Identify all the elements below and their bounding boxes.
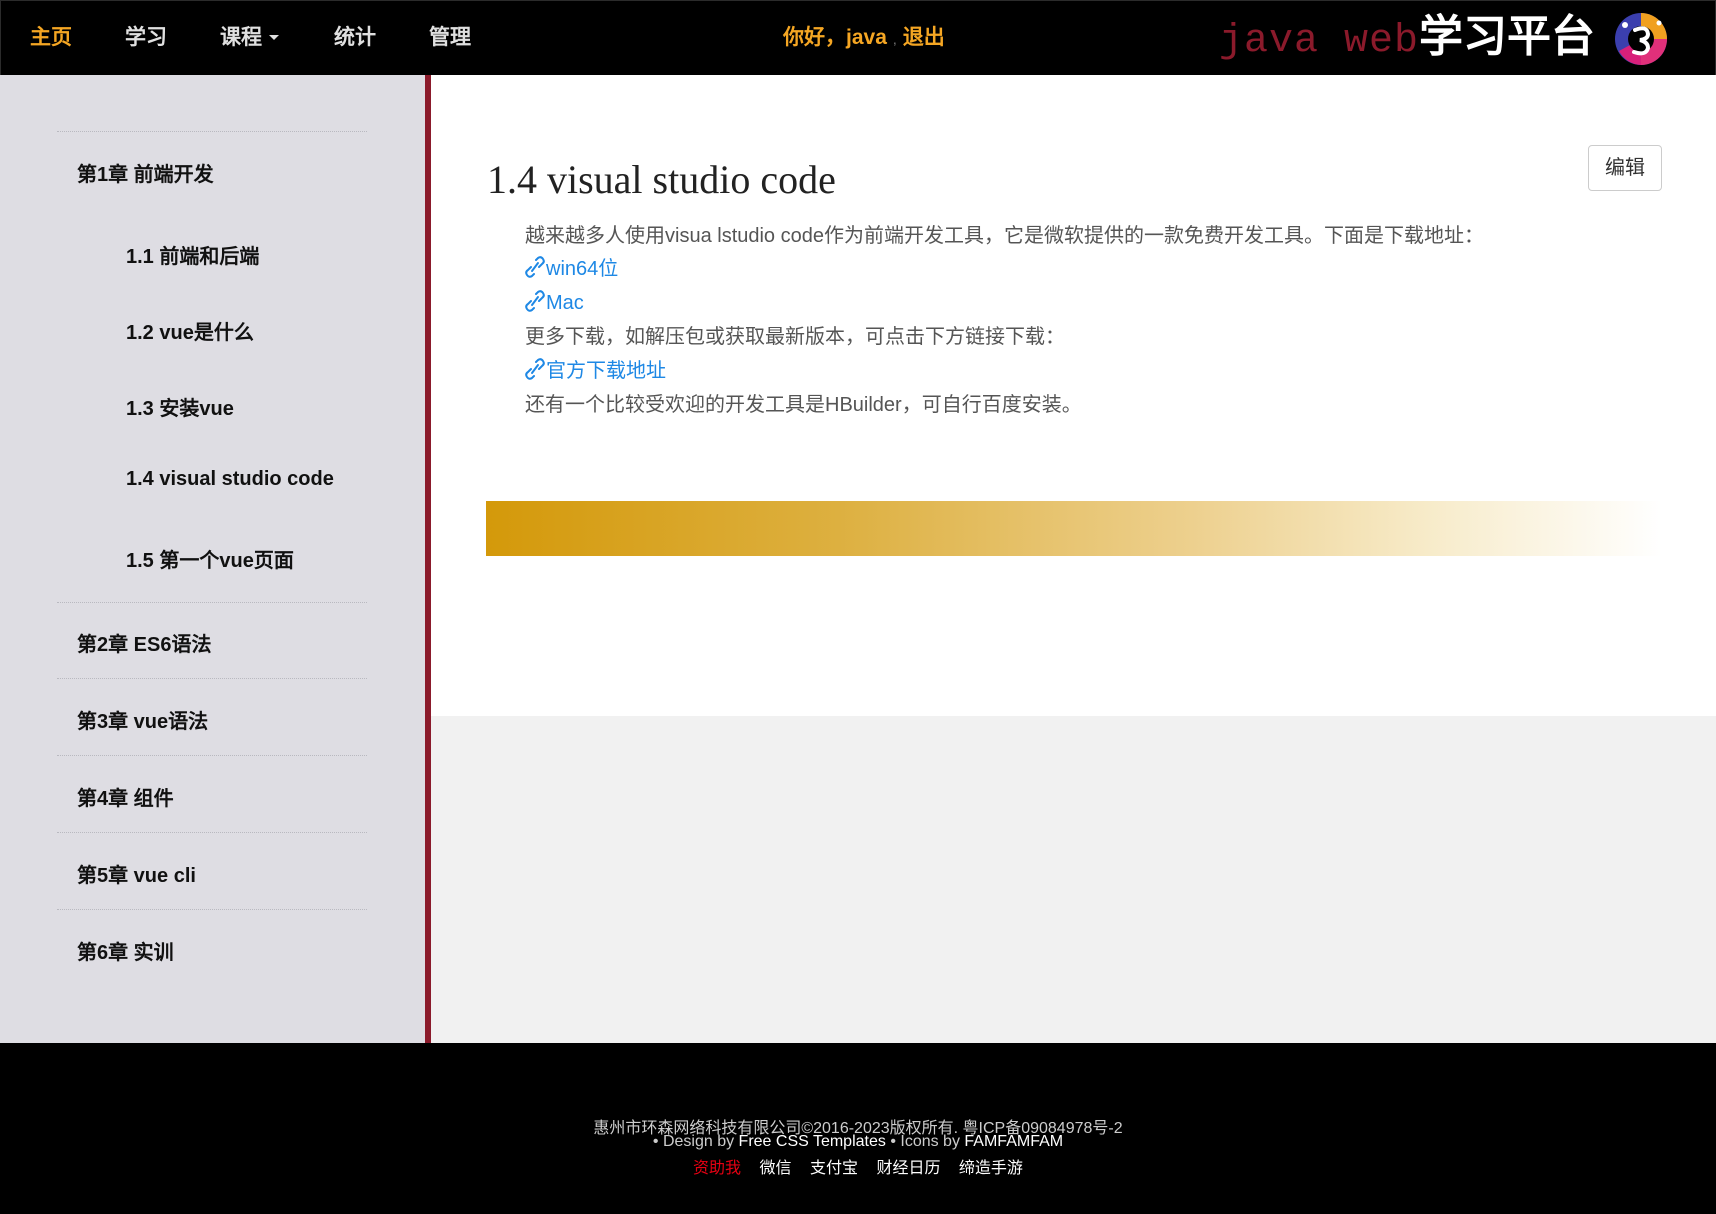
footer-bullet-design: • Design by [652, 1133, 739, 1150]
site-logo-icon[interactable] [1613, 11, 1669, 67]
download-win64-link[interactable]: win64位 [525, 255, 618, 283]
footer-design-link[interactable]: Free CSS Templates [739, 1133, 886, 1150]
sidebar-divider [57, 755, 367, 756]
sidebar-section-1-5[interactable]: 1.5 第一个vue页面 [126, 544, 294, 573]
content-lower-area [431, 716, 1716, 1043]
download-mac-label[interactable]: Mac [546, 292, 584, 314]
page-footer: 惠州市环森网络科技有限公司©2016-2023版权所有. 粤ICP备090849… [0, 1043, 1716, 1214]
link-icon [525, 290, 545, 312]
sidebar-chapter-3[interactable]: 第3章 vue语法 [77, 705, 208, 734]
nav-item-study[interactable]: 学习 [125, 23, 167, 53]
nav-item-statistics[interactable]: 统计 [334, 23, 376, 53]
greeting-text: 你好，java [783, 26, 887, 49]
page-title: 1.4 visual studio code [487, 157, 836, 202]
logout-link[interactable]: 退出 [903, 26, 945, 49]
chapter-sidebar: 第1章 前端开发 1.1 前端和后端 1.2 vue是什么 1.3 安装vue … [0, 75, 431, 1043]
user-greeting: 你好，java, 退出 [783, 23, 945, 53]
footer-icons-link[interactable]: FAMFAMFAM [964, 1133, 1063, 1150]
greeting-separator: , [892, 31, 897, 47]
footer-link-games[interactable]: 缔造手游 [959, 1160, 1023, 1177]
footer-links: 资助我 微信 支付宝 财经日历 缔造手游 [0, 1154, 1716, 1178]
top-navbar: 主页 学习 课程 统计 管理 你好，java, 退出 java web学习平台 [0, 0, 1716, 75]
sidebar-chapter-5[interactable]: 第5章 vue cli [77, 859, 196, 888]
sidebar-chapter-1[interactable]: 第1章 前端开发 [77, 158, 214, 187]
sidebar-section-1-2[interactable]: 1.2 vue是什么 [126, 316, 254, 345]
sidebar-chapter-4[interactable]: 第4章 组件 [77, 782, 174, 811]
sidebar-section-1-3[interactable]: 1.3 安装vue [126, 392, 234, 421]
more-downloads-text: 更多下载，如解压包或获取最新版本，可点击下方链接下载： [525, 326, 1065, 348]
sidebar-divider [57, 909, 367, 910]
sidebar-divider [57, 602, 367, 603]
official-download-link[interactable]: 官方下载地址 [525, 357, 666, 385]
footer-credits: • Design by Free CSS Templates • Icons b… [0, 1133, 1716, 1151]
nav-item-courses-label: 课程 [220, 26, 262, 49]
sidebar-divider [57, 832, 367, 833]
sidebar-section-1-4[interactable]: 1.4 visual studio code [126, 468, 334, 491]
edit-button[interactable]: 编辑 [1588, 145, 1662, 191]
sidebar-chapter-6[interactable]: 第6章 实训 [77, 936, 174, 965]
footer-link-donate[interactable]: 资助我 [693, 1160, 741, 1177]
download-win64-label[interactable]: win64位 [546, 258, 618, 280]
nav-item-home[interactable]: 主页 [30, 23, 72, 53]
download-mac-link[interactable]: Mac [525, 289, 584, 317]
footer-bullet-icons: • Icons by [885, 1133, 965, 1150]
sidebar-divider [57, 131, 367, 132]
link-icon [525, 358, 545, 380]
official-download-label[interactable]: 官方下载地址 [546, 360, 666, 382]
decorative-gradient-bar [486, 501, 1662, 556]
nav-item-manage[interactable]: 管理 [429, 23, 471, 53]
brand-english: java web [1219, 19, 1420, 64]
intro-text: 越来越多人使用visua lstudio code作为前端开发工具，它是微软提供… [525, 225, 1484, 247]
footer-link-wechat[interactable]: 微信 [760, 1160, 792, 1177]
footer-link-alipay[interactable]: 支付宝 [810, 1160, 858, 1177]
brand-chinese: 学习平台 [1419, 12, 1596, 61]
hbuilder-text: 还有一个比较受欢迎的开发工具是HBuilder，可自行百度安装。 [525, 394, 1082, 416]
sidebar-section-1-1[interactable]: 1.1 前端和后端 [126, 240, 259, 269]
caret-down-icon [269, 35, 279, 40]
sidebar-chapter-2[interactable]: 第2章 ES6语法 [77, 628, 211, 657]
nav-item-courses[interactable]: 课程 [220, 23, 279, 53]
link-icon [525, 256, 545, 278]
footer-link-calendar[interactable]: 财经日历 [876, 1160, 940, 1177]
sidebar-divider [57, 678, 367, 679]
site-brand: java web学习平台 [1219, 11, 1596, 64]
